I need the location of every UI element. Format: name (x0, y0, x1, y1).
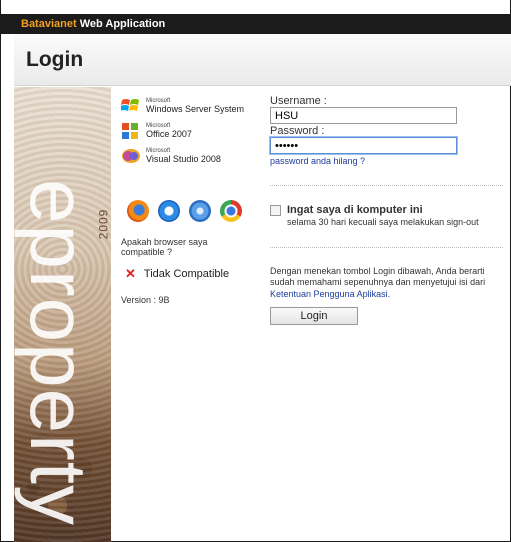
remember-sublabel: selama 30 hari kecuali saya melakukan si… (287, 217, 479, 227)
app-window: Batavianet Web Application Login eproper… (0, 0, 511, 542)
product-office: Microsoft Office 2007 (121, 121, 261, 141)
remember-checkbox[interactable] (270, 205, 281, 216)
brand-subtitle: Web Application (79, 18, 166, 30)
password-label: Password : (270, 125, 325, 137)
safari-icon[interactable] (189, 200, 211, 222)
version-label: Version : 9B (121, 295, 170, 305)
chrome-icon[interactable] (220, 200, 242, 222)
x-mark-icon: ✕ (125, 266, 136, 281)
divider (270, 185, 503, 186)
sidebar-banner: eproperty 2009 (14, 87, 111, 542)
windows-logo-icon (120, 97, 141, 115)
banner-year: 2009 (96, 208, 111, 240)
terms-notice: Dengan menekan tombol Login dibawah, And… (270, 266, 510, 300)
password-input[interactable] (270, 137, 457, 154)
brand-name: Batavianet (21, 18, 77, 30)
terms-link[interactable]: Ketentuan Pengguna Aplikasi. (270, 289, 390, 299)
requirements-column: Microsoft Windows Server System Microsof… (120, 96, 261, 171)
banner-word: eproperty (14, 179, 103, 526)
compat-question: Apakah browser saya compatible ? (121, 237, 208, 258)
divider (270, 247, 503, 248)
product-name: Visual Studio 2008 (146, 154, 221, 164)
banner-wordmark: eproperty (14, 179, 104, 526)
terms-notice-text: Dengan menekan tombol Login dibawah, And… (270, 266, 486, 288)
username-input[interactable] (270, 107, 457, 124)
office-logo-icon (121, 122, 141, 140)
page-title: Login (26, 48, 84, 71)
login-button[interactable]: Login (270, 307, 358, 325)
product-windows-server: Microsoft Windows Server System (120, 96, 261, 116)
remember-me: Ingat saya di komputer ini selama 30 har… (270, 204, 479, 227)
product-name: Office 2007 (146, 129, 192, 139)
firefox-icon[interactable] (127, 200, 149, 222)
login-form: Username : Password : password anda hila… (270, 95, 505, 166)
product-name: Windows Server System (146, 104, 245, 114)
remember-label: Ingat saya di komputer ini (287, 204, 423, 216)
compat-status-text: Tidak Compatible (143, 268, 230, 280)
internet-explorer-icon[interactable] (158, 200, 180, 222)
product-visual-studio: Microsoft Visual Studio 2008 (121, 146, 261, 166)
titlebar: Batavianet Web Application (1, 14, 511, 34)
username-label: Username : (270, 95, 327, 107)
browser-list (127, 200, 242, 222)
compat-status: ✕ Tidak Compatible (125, 266, 229, 282)
app-brand: Batavianet Web Application (21, 18, 165, 30)
page-header: Login (14, 34, 511, 86)
visual-studio-logo-icon (121, 147, 141, 165)
forgot-password-link[interactable]: password anda hilang ? (270, 156, 505, 166)
